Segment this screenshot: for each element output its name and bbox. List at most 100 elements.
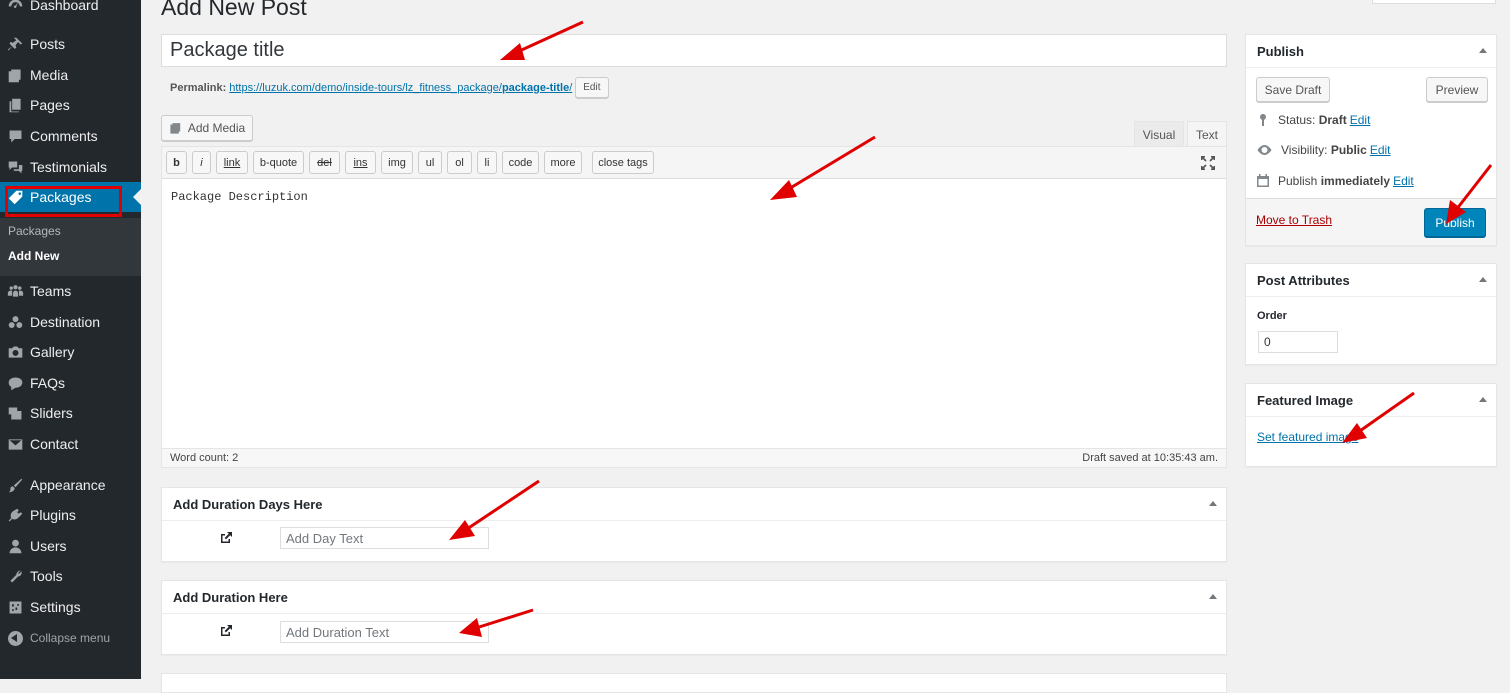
editor-container: b i link b-quote del ins img ul ol li co… xyxy=(161,146,1227,468)
set-featured-image-link[interactable]: Set featured image xyxy=(1257,430,1358,444)
tab-text[interactable]: Text xyxy=(1187,121,1227,147)
collapse-menu-label: Collapse menu xyxy=(30,631,111,645)
visibility-label: Visibility: xyxy=(1281,143,1328,157)
pin-icon xyxy=(1260,114,1266,126)
metabox-title: Post Attributes xyxy=(1257,272,1350,288)
sidebar-item-contact[interactable]: Contact xyxy=(0,429,141,459)
sidebar-item-users[interactable]: Users xyxy=(0,531,141,561)
faq-icon xyxy=(0,375,30,392)
qt-li-button[interactable]: li xyxy=(477,151,497,174)
sidebar-item-sliders[interactable]: Sliders xyxy=(0,398,141,428)
qt-code-button[interactable]: code xyxy=(502,151,539,174)
visibility-row: Visibility: Public Edit xyxy=(1256,143,1391,157)
qt-del-button[interactable]: del xyxy=(309,151,340,174)
content-textarea[interactable]: Package Description xyxy=(162,180,1226,450)
preview-button[interactable]: Preview xyxy=(1426,77,1488,102)
metabox-header[interactable]: Add Duration Here xyxy=(162,581,1226,614)
collapse-menu-button[interactable]: Collapse menu xyxy=(0,626,141,650)
toggle-arrow-icon[interactable] xyxy=(1209,594,1217,599)
qt-more-button[interactable]: more xyxy=(544,151,582,174)
status-edit-link[interactable]: Edit xyxy=(1350,113,1371,127)
pin-icon xyxy=(0,36,30,53)
sidebar-item-label: Users xyxy=(30,538,67,554)
sidebar-item-tools[interactable]: Tools xyxy=(0,561,141,591)
sidebar-item-media[interactable]: Media xyxy=(0,60,141,90)
sidebar-item-dashboard[interactable]: Dashboard xyxy=(0,0,141,20)
media-icon xyxy=(0,67,30,84)
add-media-button[interactable]: Add Media xyxy=(161,115,253,141)
submenu-item-packages[interactable]: Packages xyxy=(8,224,61,238)
day-text-input[interactable] xyxy=(280,527,489,549)
permalink-link[interactable]: https://luzuk.com/demo/inside-tours/lz_f… xyxy=(229,82,572,94)
publish-date-row: Publish immediately Edit xyxy=(1256,174,1414,188)
quicktags-toolbar: b i link b-quote del ins img ul ol li co… xyxy=(162,147,1226,179)
calendar-icon xyxy=(1257,174,1269,187)
sidebar-item-comments[interactable]: Comments xyxy=(0,121,141,151)
sidebar-item-label: Contact xyxy=(30,436,79,452)
sidebar-item-label: Dashboard xyxy=(30,0,99,13)
annotation-highlight-box xyxy=(5,186,122,217)
visibility-edit-link[interactable]: Edit xyxy=(1370,143,1391,157)
move-to-trash-link[interactable]: Move to Trash xyxy=(1256,213,1332,227)
metabox-header[interactable]: Add Duration Days Here xyxy=(162,488,1226,521)
publish-actions: Move to Trash Publish xyxy=(1246,198,1496,245)
sidebar-item-appearance[interactable]: Appearance xyxy=(0,470,141,500)
qt-bquote-button[interactable]: b-quote xyxy=(253,151,304,174)
sidebar-item-teams[interactable]: Teams xyxy=(0,276,141,306)
featured-image-box: Featured Image Set featured image xyxy=(1245,383,1497,467)
screen-options-tab[interactable] xyxy=(1372,0,1496,4)
duration-text-input[interactable] xyxy=(280,621,489,643)
destination-icon xyxy=(0,314,30,331)
sidebar-item-destination[interactable]: Destination xyxy=(0,307,141,337)
sidebar-item-gallery[interactable]: Gallery xyxy=(0,337,141,367)
wrench-icon xyxy=(0,568,30,585)
qt-link-button[interactable]: link xyxy=(216,151,248,174)
status-value: Draft xyxy=(1318,113,1347,127)
sidebar-item-testimonials[interactable]: Testimonials xyxy=(0,152,141,182)
toggle-arrow-icon[interactable] xyxy=(1479,48,1487,53)
sidebar-item-pages[interactable]: Pages xyxy=(0,90,141,120)
qt-bold-button[interactable]: b xyxy=(166,151,187,174)
sidebar-item-label: Destination xyxy=(30,314,101,330)
toggle-arrow-icon[interactable] xyxy=(1479,397,1487,402)
publish-date-edit-link[interactable]: Edit xyxy=(1393,174,1414,188)
sidebar-item-settings[interactable]: Settings xyxy=(0,592,141,622)
qt-ins-button[interactable]: ins xyxy=(345,151,376,174)
qt-ol-button[interactable]: ol xyxy=(447,151,472,174)
sidebar-item-faqs[interactable]: FAQs xyxy=(0,368,141,398)
sidebar-item-label: Testimonials xyxy=(30,159,108,175)
status-row: Status: Draft Edit xyxy=(1256,113,1370,127)
sidebar-item-posts[interactable]: Posts xyxy=(0,29,141,59)
external-link-icon xyxy=(221,532,232,543)
sidebar-item-label: Gallery xyxy=(30,344,75,360)
toggle-arrow-icon[interactable] xyxy=(1209,501,1217,506)
permalink-edit-button[interactable]: Edit xyxy=(575,77,609,98)
toggle-arrow-icon[interactable] xyxy=(1479,277,1487,282)
metabox-header[interactable]: Publish xyxy=(1246,35,1496,68)
collapse-icon xyxy=(0,630,30,646)
order-input[interactable] xyxy=(1258,331,1338,353)
qt-ul-button[interactable]: ul xyxy=(418,151,442,174)
qt-italic-button[interactable]: i xyxy=(192,151,211,174)
permalink-end: / xyxy=(569,81,573,94)
sidebar-item-plugins[interactable]: Plugins xyxy=(0,500,141,530)
qt-close-tags-button[interactable]: close tags xyxy=(592,151,654,174)
paint-brush-icon xyxy=(0,477,30,494)
active-indicator xyxy=(133,189,141,205)
save-draft-button[interactable]: Save Draft xyxy=(1256,77,1330,102)
qt-img-button[interactable]: img xyxy=(381,151,413,174)
tab-visual[interactable]: Visual xyxy=(1134,121,1184,147)
publish-button[interactable]: Publish xyxy=(1424,208,1486,237)
metabox-header[interactable]: Featured Image xyxy=(1246,384,1496,417)
sidebar-item-label: Pages xyxy=(30,97,70,113)
sidebar-item-label: Tools xyxy=(30,568,63,584)
publish-label: Publish xyxy=(1278,174,1318,188)
permalink-base: https://luzuk.com/demo/inside-tours/lz_f… xyxy=(229,81,502,94)
sidebar-item-label: Sliders xyxy=(30,405,73,421)
post-title-input[interactable] xyxy=(161,34,1227,67)
fullscreen-icon[interactable] xyxy=(1200,155,1216,171)
testimonial-icon xyxy=(0,159,30,176)
sidebar-item-label: FAQs xyxy=(30,375,66,391)
metabox-header[interactable]: Post Attributes xyxy=(1246,264,1496,297)
submenu-item-add-new[interactable]: Add New xyxy=(8,249,59,263)
